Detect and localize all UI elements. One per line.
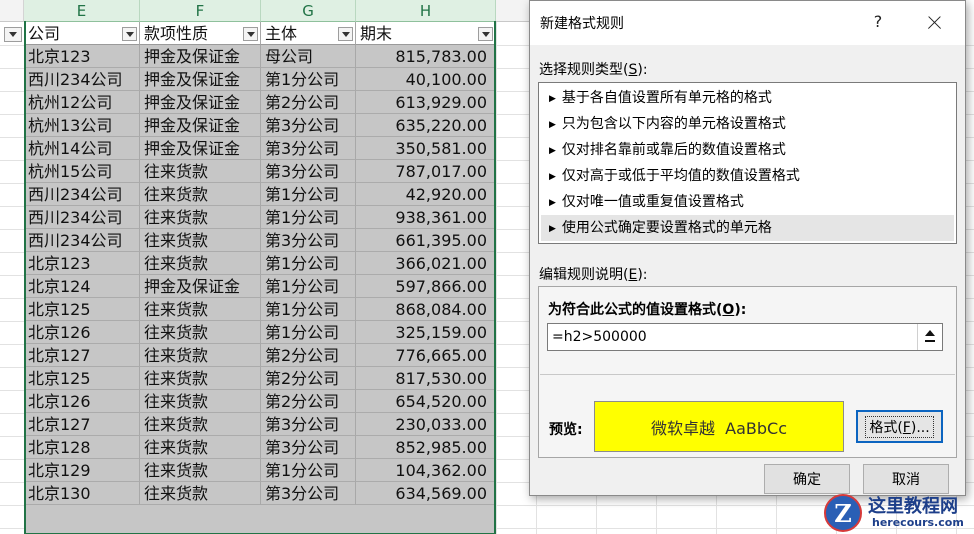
ok-button-label: 确定 bbox=[793, 472, 821, 488]
triangle-right-icon: ▶ bbox=[549, 146, 556, 156]
triangle-right-icon: ▶ bbox=[549, 120, 556, 130]
rule-type-label: 仅对高于或低于平均值的数值设置格式 bbox=[561, 168, 800, 184]
format-button[interactable]: 格式(F)... bbox=[856, 410, 943, 443]
rule-description-panel: 为符合此公式的值设置格式(O): 预览: 微软卓越 AaBbCc 格式(F)..… bbox=[538, 286, 957, 458]
rule-type-list[interactable]: ▶ 基于各自值设置所有单元格的格式 ▶ 只为包含以下内容的单元格设置格式 ▶ 仅对排名靠前… bbox=[538, 82, 957, 244]
rule-type-item[interactable]: ▶ 仅对高于或低于平均值的数值设置格式 bbox=[541, 163, 954, 189]
rule-type-label: 仅对排名靠前或靠后的数值设置格式 bbox=[561, 142, 786, 158]
rule-type-label: 仅对唯一值或重复值设置格式 bbox=[561, 194, 744, 210]
column-letter: F bbox=[195, 1, 205, 20]
rule-type-item[interactable]: ▶ 基于各自值设置所有单元格的格式 bbox=[541, 85, 954, 111]
triangle-right-icon: ▶ bbox=[549, 198, 556, 208]
help-button[interactable]: ? bbox=[866, 9, 890, 35]
column-header-h[interactable]: H bbox=[356, 0, 496, 22]
rule-type-label: 使用公式确定要设置格式的单元格 bbox=[561, 220, 772, 236]
filter-dropdown-icon[interactable] bbox=[4, 27, 22, 42]
column-header-e[interactable]: E bbox=[24, 0, 140, 22]
site-watermark: Z 这里教程网 herecours.com bbox=[820, 490, 972, 534]
cancel-button-label: 取消 bbox=[892, 472, 920, 488]
triangle-right-icon: ▶ bbox=[549, 172, 556, 182]
rule-type-item[interactable]: ▶ 使用公式确定要设置格式的单元格 bbox=[541, 215, 954, 241]
grid-column-line bbox=[496, 22, 497, 534]
collapse-dialog-icon[interactable] bbox=[917, 324, 942, 350]
panel-divider bbox=[540, 374, 955, 375]
formula-input[interactable] bbox=[547, 323, 943, 351]
column-letter: E bbox=[76, 1, 87, 20]
triangle-right-icon: ▶ bbox=[549, 224, 556, 234]
site-url: herecours.com bbox=[872, 516, 964, 529]
edit-rule-description-label: 编辑规则说明(E): bbox=[539, 267, 648, 283]
new-format-rule-dialog: 新建格式规则 ? 选择规则类型(S): ▶ 基于各自值设置所有单元格的格式 ▶ 只为包… bbox=[529, 0, 966, 496]
select-rule-type-label: 选择规则类型(S): bbox=[539, 62, 648, 78]
formula-label: 为符合此公式的值设置格式(O): bbox=[548, 302, 747, 318]
help-icon: ? bbox=[873, 12, 883, 31]
site-logo-icon: Z bbox=[824, 494, 862, 532]
triangle-right-icon: ▶ bbox=[549, 94, 556, 104]
rule-type-item[interactable]: ▶ 仅对排名靠前或靠后的数值设置格式 bbox=[541, 137, 954, 163]
column-header-g[interactable]: G bbox=[261, 0, 356, 22]
row-header-corner[interactable] bbox=[0, 0, 24, 22]
rule-type-label: 基于各自值设置所有单元格的格式 bbox=[561, 90, 772, 106]
close-icon[interactable] bbox=[917, 7, 951, 37]
dialog-title: 新建格式规则 bbox=[540, 16, 624, 32]
preview-text: 微软卓越 AaBbCc bbox=[650, 418, 788, 438]
rule-type-item[interactable]: ▶ 仅对唯一值或重复值设置格式 bbox=[541, 189, 954, 215]
rule-type-item[interactable]: ▶ 只为包含以下内容的单元格设置格式 bbox=[541, 111, 954, 137]
column-header-f[interactable]: F bbox=[140, 0, 261, 22]
rule-type-label: 只为包含以下内容的单元格设置格式 bbox=[561, 116, 786, 132]
selection-border bbox=[24, 21, 496, 534]
preview-label: 预览: bbox=[549, 422, 583, 438]
format-preview: 微软卓越 AaBbCc bbox=[594, 401, 844, 452]
dialog-titlebar[interactable]: 新建格式规则 ? bbox=[530, 1, 965, 45]
column-letter: H bbox=[419, 1, 432, 20]
site-name: 这里教程网 bbox=[868, 496, 958, 517]
format-button-label: 格式(F)... bbox=[865, 415, 934, 438]
column-letter: G bbox=[302, 1, 314, 20]
